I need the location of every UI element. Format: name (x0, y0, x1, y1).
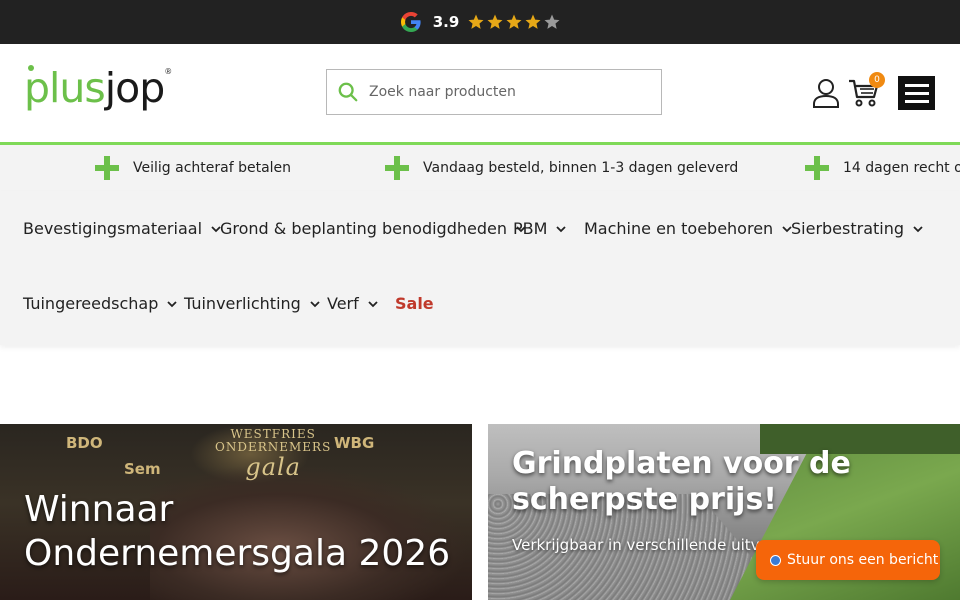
search-input[interactable] (367, 83, 651, 101)
user-icon[interactable] (812, 78, 840, 108)
rating-bar[interactable]: 3.9 (0, 0, 960, 44)
sponsor-logo: BDO (66, 434, 103, 452)
nav-label: Tuingereedschap (23, 294, 159, 313)
nav-label: Sale (395, 294, 434, 313)
nav-item-tuingereedschap[interactable]: Tuingereedschap (23, 294, 178, 313)
chat-status-icon (770, 554, 781, 566)
google-icon (399, 10, 423, 34)
category-nav: Bevestigingsmateriaal Grond & beplanting… (0, 191, 960, 345)
search-box[interactable] (326, 69, 662, 115)
nav-label: Machine en toebehoren (584, 219, 774, 238)
usp-item: 14 dagen recht op (805, 145, 960, 191)
banner-right-title-line: Grindplaten voor de (512, 446, 851, 481)
cart-count-badge: 0 (869, 72, 885, 88)
menu-icon-bar (904, 99, 929, 103)
banner-left-title: Winnaar Ondernemersgala 2026 (24, 488, 450, 576)
menu-button[interactable] (898, 76, 935, 110)
rating-score: 3.9 (432, 13, 460, 31)
chevron-down-icon (913, 225, 923, 232)
star-empty-icon (544, 14, 560, 29)
logo-jop-text: jop (104, 64, 166, 112)
rating-stars (467, 13, 561, 31)
usp-text: Veilig achteraf betalen (133, 160, 292, 176)
nav-item-verf[interactable]: Verf (327, 294, 379, 313)
logo-registered-mark: ® (164, 67, 172, 76)
star-icon (506, 14, 522, 29)
usp-text: 14 dagen recht op (843, 160, 960, 176)
nav-label: Verf (327, 294, 359, 313)
nav-item-tuinverlichting[interactable]: Tuinverlichting (184, 294, 321, 313)
nav-item-grond-beplanting[interactable]: Grond & beplanting benodigdheden (220, 219, 527, 238)
nav-item-bevestigingsmateriaal[interactable]: Bevestigingsmateriaal (23, 219, 222, 238)
chevron-down-icon (556, 225, 567, 232)
nav-label: Tuinverlichting (184, 294, 301, 313)
nav-item-machine-toebehoren[interactable]: Machine en toebehoren (584, 219, 793, 238)
nav-label: Bevestigingsmateriaal (23, 219, 203, 238)
banner-right-title: Grindplaten voor de scherpste prijs! (512, 446, 851, 518)
logo-leaf-icon (28, 65, 34, 71)
nav-label: PBM (513, 219, 548, 238)
star-icon (487, 14, 503, 29)
chat-button[interactable]: Stuur ons een bericht (756, 540, 940, 580)
nav-label: Sierbestrating (791, 219, 905, 238)
plusjop-logo[interactable]: plusjop® (24, 65, 172, 109)
banner-right-title-line: scherpste prijs! (512, 482, 777, 517)
plus-icon (805, 156, 829, 180)
banner-left-title-line: Winnaar (24, 489, 174, 530)
menu-icon-bar (904, 91, 929, 95)
usp-bar: Veilig achteraf betalen Vandaag besteld,… (0, 145, 960, 191)
chevron-down-icon (310, 300, 320, 307)
banner-left-title-line: Ondernemersgala 2026 (24, 533, 451, 574)
banner-ondernemersgala[interactable]: WESTFRIES ONDERNEMERS gala BDO Sem WBG W… (0, 424, 472, 600)
chat-label: Stuur ons een bericht (787, 552, 939, 568)
nav-item-pbm[interactable]: PBM (513, 219, 567, 238)
gala-sign: WESTFRIES ONDERNEMERS gala (215, 427, 331, 482)
nav-item-sierbestrating[interactable]: Sierbestrating (791, 219, 924, 238)
usp-item: Vandaag besteld, binnen 1-3 dagen geleve… (385, 145, 738, 191)
plus-icon (385, 156, 409, 180)
chevron-down-icon (368, 300, 378, 307)
usp-text: Vandaag besteld, binnen 1-3 dagen geleve… (423, 160, 739, 176)
sponsor-logo: Sem (124, 460, 161, 478)
site-header: plusjop® 0 (0, 44, 960, 145)
nav-item-sale[interactable]: Sale (395, 294, 434, 313)
chevron-down-icon (167, 300, 178, 307)
search-icon[interactable] (337, 81, 359, 103)
sponsor-logo: WBG (334, 434, 375, 452)
nav-label: Grond & beplanting benodigdheden (220, 219, 507, 238)
usp-item: Veilig achteraf betalen (95, 145, 291, 191)
banner-right-subtitle: Verkrijgbaar in verschillende uitv (512, 536, 760, 554)
gala-sign-big: gala (245, 453, 301, 482)
logo-plus-text: plus (24, 64, 106, 112)
plus-icon (95, 156, 119, 180)
star-icon (525, 14, 541, 29)
star-icon (468, 14, 484, 29)
menu-icon-bar (904, 83, 929, 87)
